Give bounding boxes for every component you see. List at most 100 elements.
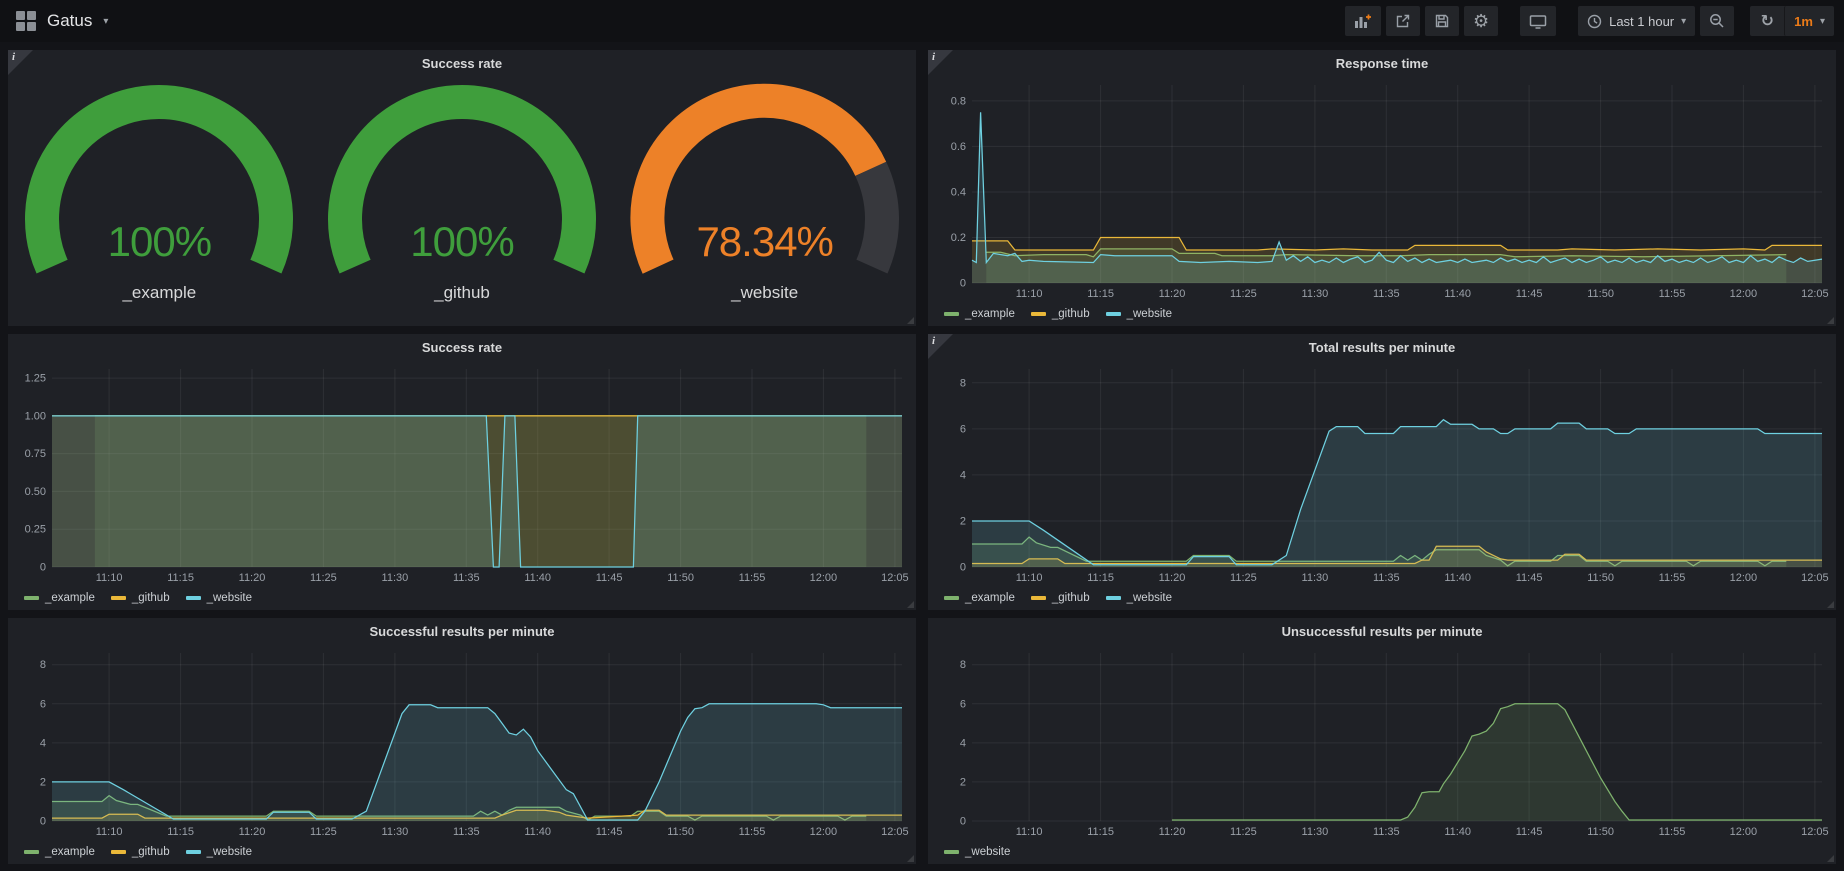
svg-text:11:10: 11:10 xyxy=(1016,288,1043,300)
svg-text:11:20: 11:20 xyxy=(1159,826,1186,838)
svg-text:11:35: 11:35 xyxy=(453,826,480,838)
refresh-button-group: ↻ 1m ▾ xyxy=(1750,6,1834,36)
svg-text:11:15: 11:15 xyxy=(1087,288,1114,300)
svg-text:8: 8 xyxy=(960,659,966,671)
svg-text:11:40: 11:40 xyxy=(1444,572,1471,584)
panel-successful-results: Successful results per minute 0246811:10… xyxy=(8,618,916,864)
chart-total-results[interactable]: 0246811:1011:1511:2011:2511:3011:3511:40… xyxy=(928,360,1836,588)
legend-swatch xyxy=(186,596,201,600)
svg-text:12:00: 12:00 xyxy=(810,826,838,838)
chevron-down-icon: ▾ xyxy=(1681,16,1686,27)
legend-item[interactable]: _github xyxy=(1031,592,1090,604)
legend-item[interactable]: _example xyxy=(944,592,1015,604)
legend-swatch xyxy=(1106,312,1121,316)
legend-item[interactable]: _website xyxy=(944,846,1010,858)
svg-text:11:35: 11:35 xyxy=(453,572,480,584)
panel-title[interactable]: Success rate xyxy=(8,50,916,76)
legend-item[interactable]: _example xyxy=(24,846,95,858)
svg-text:12:05: 12:05 xyxy=(1801,826,1829,838)
svg-text:8: 8 xyxy=(40,659,46,671)
time-range-label: Last 1 hour xyxy=(1609,14,1674,29)
legend-swatch xyxy=(111,596,126,600)
chart-successful-results[interactable]: 0246811:1011:1511:2011:2511:3011:3511:40… xyxy=(8,644,916,842)
chart-legend: _example _github _website xyxy=(928,588,1836,608)
refresh-button[interactable]: ↻ xyxy=(1750,6,1784,36)
legend-item[interactable]: _github xyxy=(111,592,170,604)
legend-item[interactable]: _github xyxy=(1031,308,1090,320)
svg-text:1.25: 1.25 xyxy=(25,373,46,385)
gauge-label: _website xyxy=(613,283,916,303)
svg-text:0: 0 xyxy=(40,562,46,574)
panel-title[interactable]: Response time xyxy=(928,50,1836,76)
tv-icon xyxy=(1529,13,1547,29)
gauge-example: 100% _example xyxy=(8,78,311,328)
legend-item[interactable]: _website xyxy=(186,592,252,604)
settings-button[interactable]: ⚙ xyxy=(1464,6,1498,36)
panel-resize-handle[interactable] xyxy=(1827,317,1834,324)
panel-title[interactable]: Successful results per minute xyxy=(8,618,916,644)
panel-resize-handle[interactable] xyxy=(907,317,914,324)
panel-resize-handle[interactable] xyxy=(907,601,914,608)
time-range-button[interactable]: Last 1 hour ▾ xyxy=(1578,6,1695,36)
svg-text:11:15: 11:15 xyxy=(167,572,194,584)
gauge-value: 100% xyxy=(311,218,614,266)
legend-item[interactable]: _example xyxy=(944,308,1015,320)
svg-text:11:55: 11:55 xyxy=(739,826,766,838)
refresh-interval-button[interactable]: 1m ▾ xyxy=(1784,6,1834,36)
chart-success-rate[interactable]: 00.250.500.751.001.2511:1011:1511:2011:2… xyxy=(8,360,916,588)
svg-text:12:05: 12:05 xyxy=(881,826,909,838)
legend-item[interactable]: _website xyxy=(1106,592,1172,604)
legend-swatch xyxy=(24,596,39,600)
chart-legend: _example _github _website xyxy=(8,588,916,608)
svg-text:6: 6 xyxy=(40,698,46,710)
svg-text:0.2: 0.2 xyxy=(951,232,966,244)
panel-title[interactable]: Unsuccessful results per minute xyxy=(928,618,1836,644)
gauge-row: 100% _example 100% _github 78.34% _websi… xyxy=(8,76,916,328)
panel-info-icon[interactable]: i xyxy=(928,50,953,75)
panel-resize-handle[interactable] xyxy=(1827,601,1834,608)
svg-text:0: 0 xyxy=(960,562,966,574)
svg-text:11:15: 11:15 xyxy=(1087,572,1114,584)
dashboard-grid-icon[interactable] xyxy=(16,11,36,31)
svg-text:8: 8 xyxy=(960,377,966,389)
zoom-out-button[interactable] xyxy=(1700,6,1734,36)
svg-text:1.00: 1.00 xyxy=(25,410,46,422)
gauge-website: 78.34% _website xyxy=(613,78,916,328)
gauge-label: _github xyxy=(311,283,614,303)
svg-text:11:45: 11:45 xyxy=(596,826,623,838)
panel-info-icon[interactable]: i xyxy=(8,50,33,75)
svg-text:11:10: 11:10 xyxy=(1016,572,1043,584)
panel-title[interactable]: Success rate xyxy=(8,334,916,360)
svg-text:12:00: 12:00 xyxy=(810,572,838,584)
svg-text:4: 4 xyxy=(960,737,966,749)
svg-text:11:10: 11:10 xyxy=(1016,826,1043,838)
save-button[interactable] xyxy=(1425,6,1459,36)
panel-title[interactable]: Total results per minute xyxy=(928,334,1836,360)
svg-text:2: 2 xyxy=(960,776,966,788)
svg-text:0.50: 0.50 xyxy=(25,486,46,498)
panel-resize-handle[interactable] xyxy=(1827,855,1834,862)
chevron-down-icon[interactable]: ▾ xyxy=(103,16,108,27)
legend-item[interactable]: _example xyxy=(24,592,95,604)
panel-info-icon[interactable]: i xyxy=(928,334,953,359)
svg-text:11:55: 11:55 xyxy=(1659,572,1686,584)
chart-response-time[interactable]: 00.20.40.60.811:1011:1511:2011:2511:3011… xyxy=(928,76,1836,304)
dashboard-title[interactable]: Gatus xyxy=(47,11,92,31)
share-button[interactable] xyxy=(1386,6,1420,36)
chart-unsuccessful-results[interactable]: 0246811:1011:1511:2011:2511:3011:3511:40… xyxy=(928,644,1836,842)
svg-text:11:20: 11:20 xyxy=(1159,572,1186,584)
gauge-github: 100% _github xyxy=(311,78,614,328)
svg-text:11:40: 11:40 xyxy=(524,826,551,838)
panel-resize-handle[interactable] xyxy=(907,855,914,862)
legend-item[interactable]: _github xyxy=(111,846,170,858)
legend-item[interactable]: _website xyxy=(1106,308,1172,320)
add-panel-button[interactable] xyxy=(1345,6,1381,36)
svg-text:0.75: 0.75 xyxy=(25,448,46,460)
legend-item[interactable]: _website xyxy=(186,846,252,858)
navbar: Gatus ▾ ⚙ Last 1 hour ▾ xyxy=(0,0,1844,42)
svg-text:11:55: 11:55 xyxy=(1659,288,1686,300)
svg-text:0: 0 xyxy=(960,278,966,290)
svg-text:11:20: 11:20 xyxy=(239,572,266,584)
svg-text:11:20: 11:20 xyxy=(239,826,266,838)
tv-mode-button[interactable] xyxy=(1520,6,1556,36)
